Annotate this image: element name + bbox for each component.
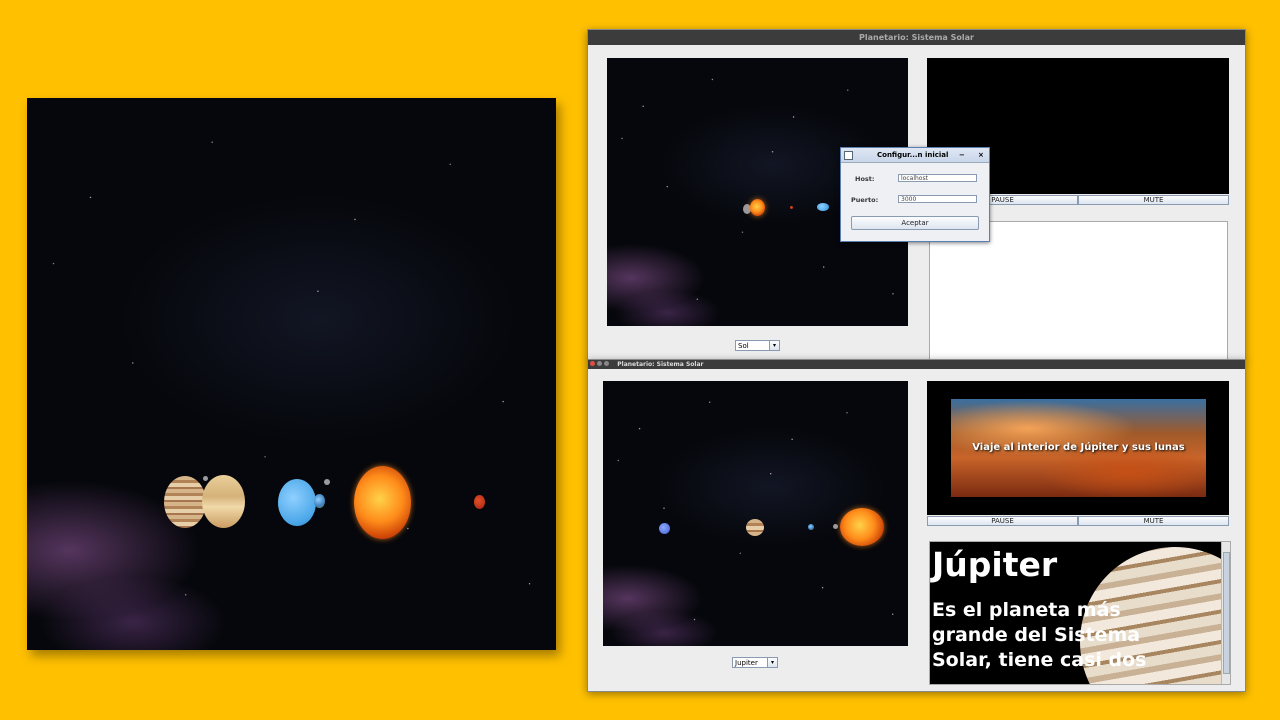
video-caption: Viaje al interior de Júpiter y sus lunas xyxy=(972,442,1185,453)
mercury-planet xyxy=(833,524,838,529)
sun-planet xyxy=(840,508,884,546)
neptune-planet xyxy=(659,523,670,534)
info-text: Es el planeta más grande del Sistema Sol… xyxy=(932,599,1147,671)
planet-select-value: Jupiter xyxy=(735,659,758,667)
video-player: Viaje al interior de Júpiter y sus lunas xyxy=(927,381,1229,515)
port-field[interactable]: 3000 xyxy=(898,195,977,203)
bottom-window: Planetario: Sistema Solar Jupiter ▾ Viaj… xyxy=(587,359,1246,692)
chevron-down-icon[interactable]: ▾ xyxy=(769,341,779,350)
port-label: Puerto: xyxy=(851,196,879,204)
dialog-title: Configur...n inicial xyxy=(877,151,949,159)
uranus-planet xyxy=(817,203,829,211)
mute-button[interactable]: MUTE xyxy=(1078,516,1229,526)
media-controls: PAUSE MUTE xyxy=(927,516,1229,526)
info-text-pane[interactable]: Júpiter Es el planeta más grande del Sis… xyxy=(929,541,1231,685)
host-label: Host: xyxy=(855,175,875,183)
jupiter-planet xyxy=(746,519,764,536)
earth-planet xyxy=(314,494,325,508)
top-window-title: Planetario: Sistema Solar xyxy=(859,33,974,42)
dialog-app-icon xyxy=(844,151,853,160)
top-window-titlebar[interactable]: Planetario: Sistema Solar xyxy=(588,30,1245,45)
video-frame: Viaje al interior de Júpiter y sus lunas xyxy=(951,399,1206,497)
config-dialog: Configur...n inicial − × Host: localhost… xyxy=(840,147,990,242)
info-title: Júpiter xyxy=(932,545,1058,584)
scrollbar-thumb[interactable] xyxy=(1223,552,1230,674)
mars-planet xyxy=(474,495,485,509)
maximize-dot-icon[interactable] xyxy=(604,361,610,366)
main-space-view xyxy=(27,98,556,650)
accept-button[interactable]: Aceptar xyxy=(851,216,979,230)
mars-planet xyxy=(790,206,793,209)
chevron-down-icon[interactable]: ▾ xyxy=(767,658,777,667)
dialog-titlebar[interactable]: Configur...n inicial − × xyxy=(841,148,989,163)
small-moon-planet xyxy=(324,479,330,485)
bottom-window-title: Planetario: Sistema Solar xyxy=(617,361,704,368)
planet-select[interactable]: Sol ▾ xyxy=(735,340,780,351)
planet-select[interactable]: Jupiter ▾ xyxy=(732,657,778,668)
jupiter-planet xyxy=(164,476,206,528)
close-icon[interactable]: × xyxy=(978,148,984,162)
minimize-dot-icon[interactable] xyxy=(597,361,603,366)
minimize-icon[interactable]: − xyxy=(959,148,965,162)
bottom-space-view xyxy=(603,381,908,646)
starfield xyxy=(27,98,556,650)
mute-button[interactable]: MUTE xyxy=(1078,195,1229,205)
sun-planet xyxy=(354,466,411,539)
sun-planet xyxy=(750,199,765,216)
moon-planet xyxy=(203,476,208,481)
uranus-planet xyxy=(278,479,316,526)
host-field[interactable]: localhost xyxy=(898,174,977,182)
pause-button[interactable]: PAUSE xyxy=(927,516,1078,526)
saturn-planet xyxy=(202,475,245,528)
info-text-pane[interactable] xyxy=(929,221,1228,361)
planet-select-value: Sol xyxy=(738,342,749,350)
earth-planet xyxy=(808,524,814,530)
bottom-window-titlebar[interactable]: Planetario: Sistema Solar xyxy=(588,360,1245,369)
scrollbar[interactable] xyxy=(1221,542,1230,684)
close-dot-icon[interactable] xyxy=(590,361,595,366)
